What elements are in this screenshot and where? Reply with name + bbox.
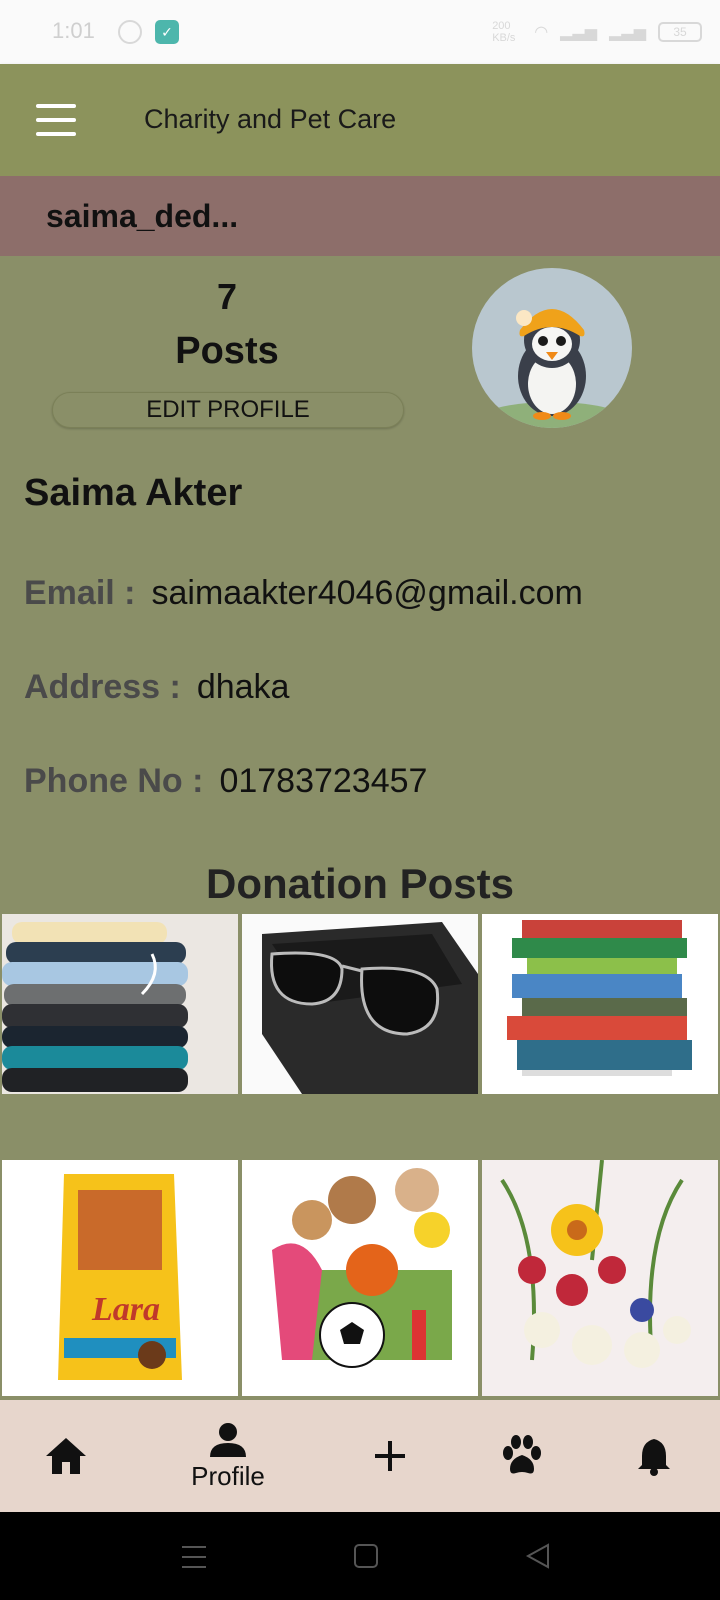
address-value: dhaka (196, 668, 290, 706)
signal-icon-2: ▂▃▅ (609, 24, 646, 41)
home-nav-icon[interactable] (352, 1542, 380, 1570)
edit-profile-button[interactable]: EDIT PROFILE (52, 392, 404, 428)
nav-home[interactable] (20, 1400, 112, 1512)
shield-icon: ✓ (155, 20, 179, 44)
avatar[interactable] (472, 268, 632, 428)
network-speed: 200 KB/s (492, 20, 516, 44)
paw-icon (503, 1435, 541, 1474)
status-bar: 1:01 ✓ 200 KB/s ◠ ▂▃▅ ▂▃▅ 35 (0, 0, 720, 64)
recent-apps-icon[interactable] (180, 1544, 208, 1570)
nav-notifications[interactable] (608, 1400, 700, 1512)
person-icon (210, 1422, 246, 1457)
app-title: Charity and Pet Care (144, 104, 397, 134)
address-row: Address : dhaka (24, 668, 289, 707)
nav-add[interactable] (344, 1400, 436, 1512)
posts-count: 7 (216, 276, 238, 317)
wifi-icon: ◠ (534, 24, 549, 41)
nav-profile-label: Profile (191, 1460, 265, 1491)
back-icon[interactable] (524, 1542, 552, 1570)
phone-label: Phone No : (24, 762, 204, 800)
posts-label: Posts (175, 330, 279, 372)
address-label: Address : (24, 668, 181, 706)
plus-icon (375, 1441, 405, 1471)
app-bar: Charity and Pet Care (0, 64, 720, 176)
donation-post-cat-food[interactable]: Lara (2, 1160, 238, 1396)
battery-icon: 35 (658, 22, 702, 42)
phone-row: Phone No : 01783723457 (24, 762, 427, 801)
full-name: Saima Akter (24, 472, 243, 514)
nav-profile[interactable]: Profile (166, 1400, 290, 1512)
phone-value: 01783723457 (219, 762, 428, 800)
username-bar: saima_ded... (0, 176, 720, 256)
donation-post-sunglasses[interactable] (242, 914, 478, 1094)
whatsapp-icon (118, 20, 142, 44)
donation-posts-title: Donation Posts (205, 860, 514, 907)
donation-post-clothes[interactable] (2, 914, 238, 1094)
home-icon (46, 1438, 86, 1474)
donation-post-books[interactable] (482, 914, 718, 1094)
signal-icon: ▂▃▅ (560, 24, 598, 41)
username: saima_ded... (46, 198, 239, 234)
email-value: saimaakter4046@gmail.com (151, 574, 583, 612)
bottom-nav: Profile (0, 1400, 720, 1512)
status-time: 1:01 (52, 18, 95, 43)
menu-icon[interactable] (36, 104, 76, 136)
email-label: Email : (24, 574, 136, 612)
bell-icon (638, 1439, 670, 1476)
donation-post-flowers[interactable] (482, 1160, 718, 1396)
nav-pets[interactable] (476, 1400, 568, 1512)
email-row: Email : saimaakter4046@gmail.com (24, 574, 583, 613)
donation-post-toys[interactable] (242, 1160, 478, 1396)
system-nav-bar (0, 1512, 720, 1600)
status-right: 200 KB/s ◠ ▂▃▅ ▂▃▅ 35 (492, 20, 702, 44)
svg-text:Lara: Lara (91, 1291, 160, 1328)
